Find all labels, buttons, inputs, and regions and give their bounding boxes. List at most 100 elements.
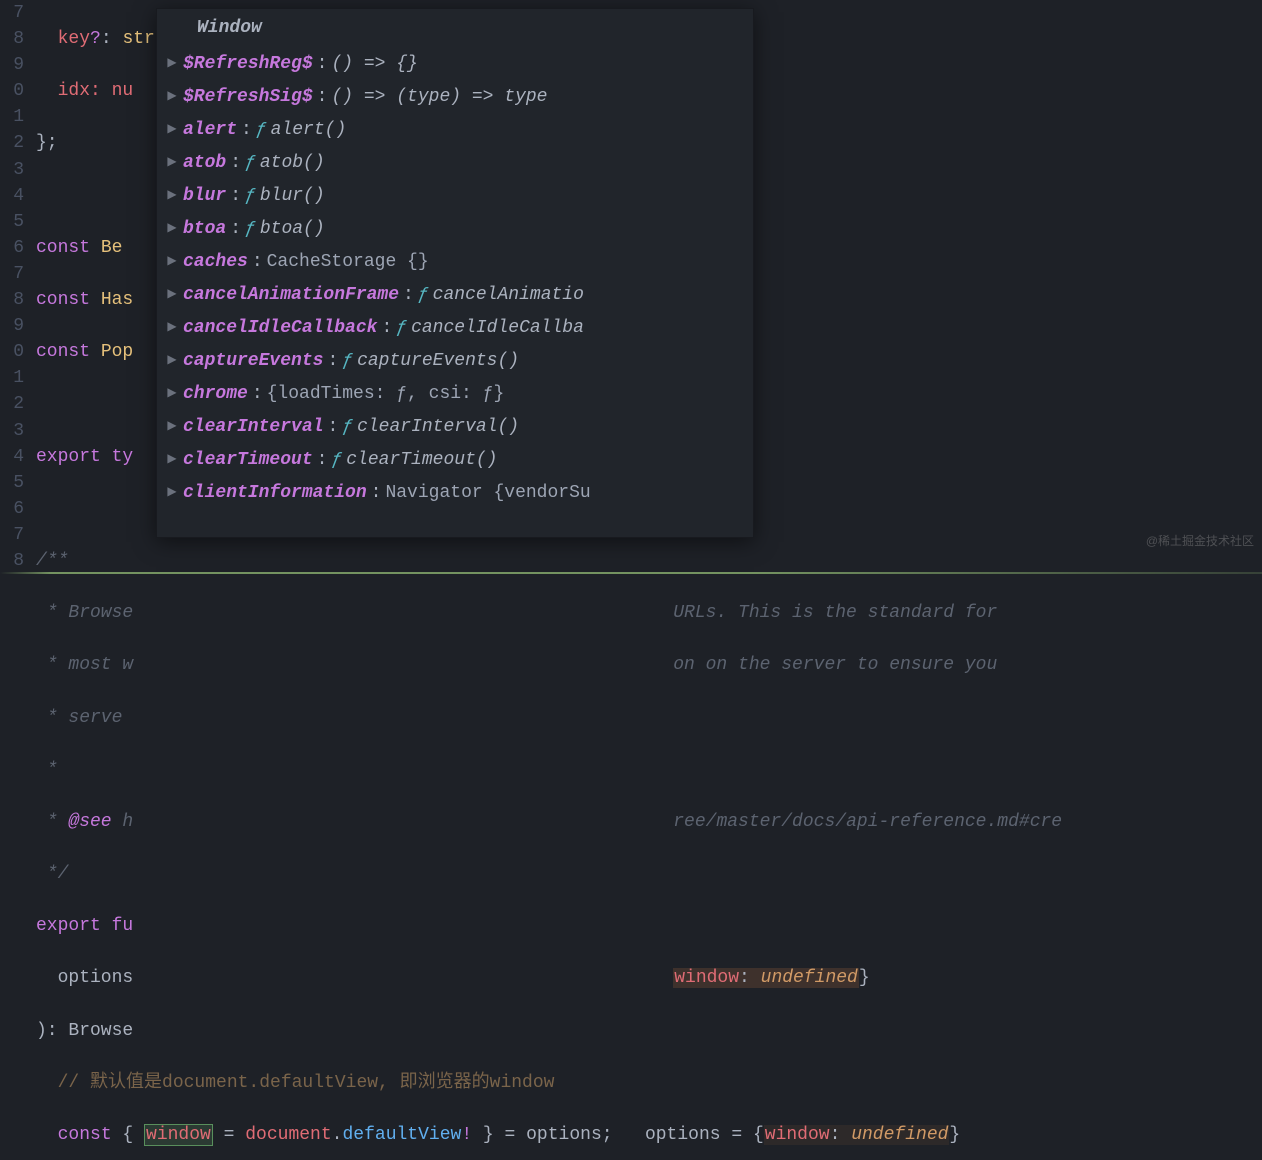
property-value: () => {}: [331, 51, 417, 77]
tooltip-property-row[interactable]: ▶clearTimeout: ƒ clearTimeout(): [165, 443, 753, 476]
property-value: CacheStorage {}: [267, 249, 429, 275]
code-line[interactable]: * most won on the server to ensure you: [36, 652, 1262, 678]
tooltip-property-row[interactable]: ▶atob: ƒ atob(): [165, 146, 753, 179]
line-number: 6: [0, 496, 24, 522]
tooltip-property-row[interactable]: ▶cancelAnimationFrame: ƒ cancelAnimatio: [165, 278, 753, 311]
property-name: clearInterval: [183, 414, 323, 440]
property-value: blur(): [260, 183, 325, 209]
line-number: 5: [0, 209, 24, 235]
line-number: 1: [0, 365, 24, 391]
tooltip-property-row[interactable]: ▶blur: ƒ blur(): [165, 179, 753, 212]
watermark: @稀土掘金技术社区: [1146, 533, 1254, 550]
property-value: cancelIdleCallba: [411, 315, 584, 341]
expand-triangle-icon[interactable]: ▶: [165, 352, 179, 369]
code-line[interactable]: * serve: [36, 705, 1262, 731]
property-name: btoa: [183, 216, 226, 242]
expand-triangle-icon[interactable]: ▶: [165, 319, 179, 336]
expand-triangle-icon[interactable]: ▶: [165, 253, 179, 270]
tooltip-property-row[interactable]: ▶clearInterval: ƒ clearInterval(): [165, 410, 753, 443]
editor-underline: [0, 572, 1262, 574]
tooltip-property-row[interactable]: ▶btoa: ƒ btoa(): [165, 212, 753, 245]
code-line[interactable]: // 默认值是document.defaultView, 即浏览器的window: [36, 1070, 1262, 1096]
tooltip-properties[interactable]: ▶$RefreshReg$: () => {}▶$RefreshSig$: ()…: [157, 47, 753, 509]
function-icon: ƒ: [245, 216, 256, 242]
property-name: clientInformation: [183, 480, 367, 506]
property-value: {loadTimes: ƒ, csi: ƒ}: [267, 381, 505, 407]
function-icon: ƒ: [331, 447, 342, 473]
function-icon: ƒ: [418, 282, 429, 308]
line-number: 1: [0, 104, 24, 130]
property-name: atob: [183, 150, 226, 176]
property-value: clearTimeout(): [346, 447, 497, 473]
expand-triangle-icon[interactable]: ▶: [165, 385, 179, 402]
code-line[interactable]: * @see hree/master/docs/api-reference.md…: [36, 809, 1262, 835]
code-line[interactable]: *: [36, 757, 1262, 783]
code-line[interactable]: optionswindow: undefined}: [36, 965, 1262, 991]
code-line[interactable]: ): Browse: [36, 1018, 1262, 1044]
property-value: () => (type) => type: [331, 84, 547, 110]
property-value: clearInterval(): [357, 414, 519, 440]
line-number: 4: [0, 444, 24, 470]
line-number: 7: [0, 522, 24, 548]
property-name: chrome: [183, 381, 248, 407]
expand-triangle-icon[interactable]: ▶: [165, 187, 179, 204]
property-value: btoa(): [260, 216, 325, 242]
expand-triangle-icon[interactable]: ▶: [165, 55, 179, 72]
tooltip-property-row[interactable]: ▶captureEvents: ƒ captureEvents(): [165, 344, 753, 377]
tooltip-property-row[interactable]: ▶chrome: {loadTimes: ƒ, csi: ƒ}: [165, 377, 753, 410]
code-line[interactable]: */: [36, 861, 1262, 887]
tooltip-property-row[interactable]: ▶caches: CacheStorage {}: [165, 245, 753, 278]
property-name: alert: [183, 117, 237, 143]
tooltip-title: Window: [157, 9, 753, 47]
property-name: clearTimeout: [183, 447, 313, 473]
function-icon: ƒ: [342, 348, 353, 374]
function-icon: ƒ: [245, 150, 256, 176]
line-number: 7: [0, 261, 24, 287]
line-number: 3: [0, 157, 24, 183]
line-number: 8: [0, 548, 24, 574]
expand-triangle-icon[interactable]: ▶: [165, 418, 179, 435]
property-value: alert(): [271, 117, 347, 143]
line-number: 2: [0, 391, 24, 417]
line-number: 3: [0, 418, 24, 444]
property-value: captureEvents(): [357, 348, 519, 374]
property-name: cancelIdleCallback: [183, 315, 377, 341]
debug-hover-tooltip[interactable]: Window ▶$RefreshReg$: () => {}▶$RefreshS…: [156, 8, 754, 538]
property-value: cancelAnimatio: [433, 282, 584, 308]
tooltip-property-row[interactable]: ▶$RefreshReg$: () => {}: [165, 47, 753, 80]
line-number: 9: [0, 52, 24, 78]
line-number: 7: [0, 0, 24, 26]
line-number: 0: [0, 339, 24, 365]
function-icon: ƒ: [342, 414, 353, 440]
expand-triangle-icon[interactable]: ▶: [165, 121, 179, 138]
line-number: 8: [0, 287, 24, 313]
property-value: Navigator {vendorSu: [385, 480, 590, 506]
expand-triangle-icon[interactable]: ▶: [165, 286, 179, 303]
line-number: 6: [0, 235, 24, 261]
tooltip-property-row[interactable]: ▶clientInformation: Navigator {vendorSu: [165, 476, 753, 509]
line-number-gutter: 7 8 9 0 1 2 3 4 5 6 7 8 9 0 1 2 3 4 5 6 …: [0, 0, 36, 580]
tooltip-property-row[interactable]: ▶cancelIdleCallback: ƒ cancelIdleCallba: [165, 311, 753, 344]
line-number: 8: [0, 26, 24, 52]
function-icon: ƒ: [396, 315, 407, 341]
tooltip-property-row[interactable]: ▶alert: ƒ alert(): [165, 113, 753, 146]
property-name: caches: [183, 249, 248, 275]
expand-triangle-icon[interactable]: ▶: [165, 88, 179, 105]
property-name: $RefreshSig$: [183, 84, 313, 110]
code-line[interactable]: const { window = document.defaultView! }…: [36, 1122, 1262, 1148]
code-line[interactable]: export fu: [36, 913, 1262, 939]
tooltip-property-row[interactable]: ▶$RefreshSig$: () => (type) => type: [165, 80, 753, 113]
property-name: captureEvents: [183, 348, 323, 374]
function-icon: ƒ: [245, 183, 256, 209]
line-number: 0: [0, 78, 24, 104]
property-name: $RefreshReg$: [183, 51, 313, 77]
expand-triangle-icon[interactable]: ▶: [165, 484, 179, 501]
property-name: cancelAnimationFrame: [183, 282, 399, 308]
line-number: 2: [0, 130, 24, 156]
property-value: atob(): [260, 150, 325, 176]
expand-triangle-icon[interactable]: ▶: [165, 451, 179, 468]
code-line[interactable]: /**: [36, 548, 1262, 574]
code-line[interactable]: * BrowseURLs. This is the standard for: [36, 600, 1262, 626]
expand-triangle-icon[interactable]: ▶: [165, 154, 179, 171]
expand-triangle-icon[interactable]: ▶: [165, 220, 179, 237]
